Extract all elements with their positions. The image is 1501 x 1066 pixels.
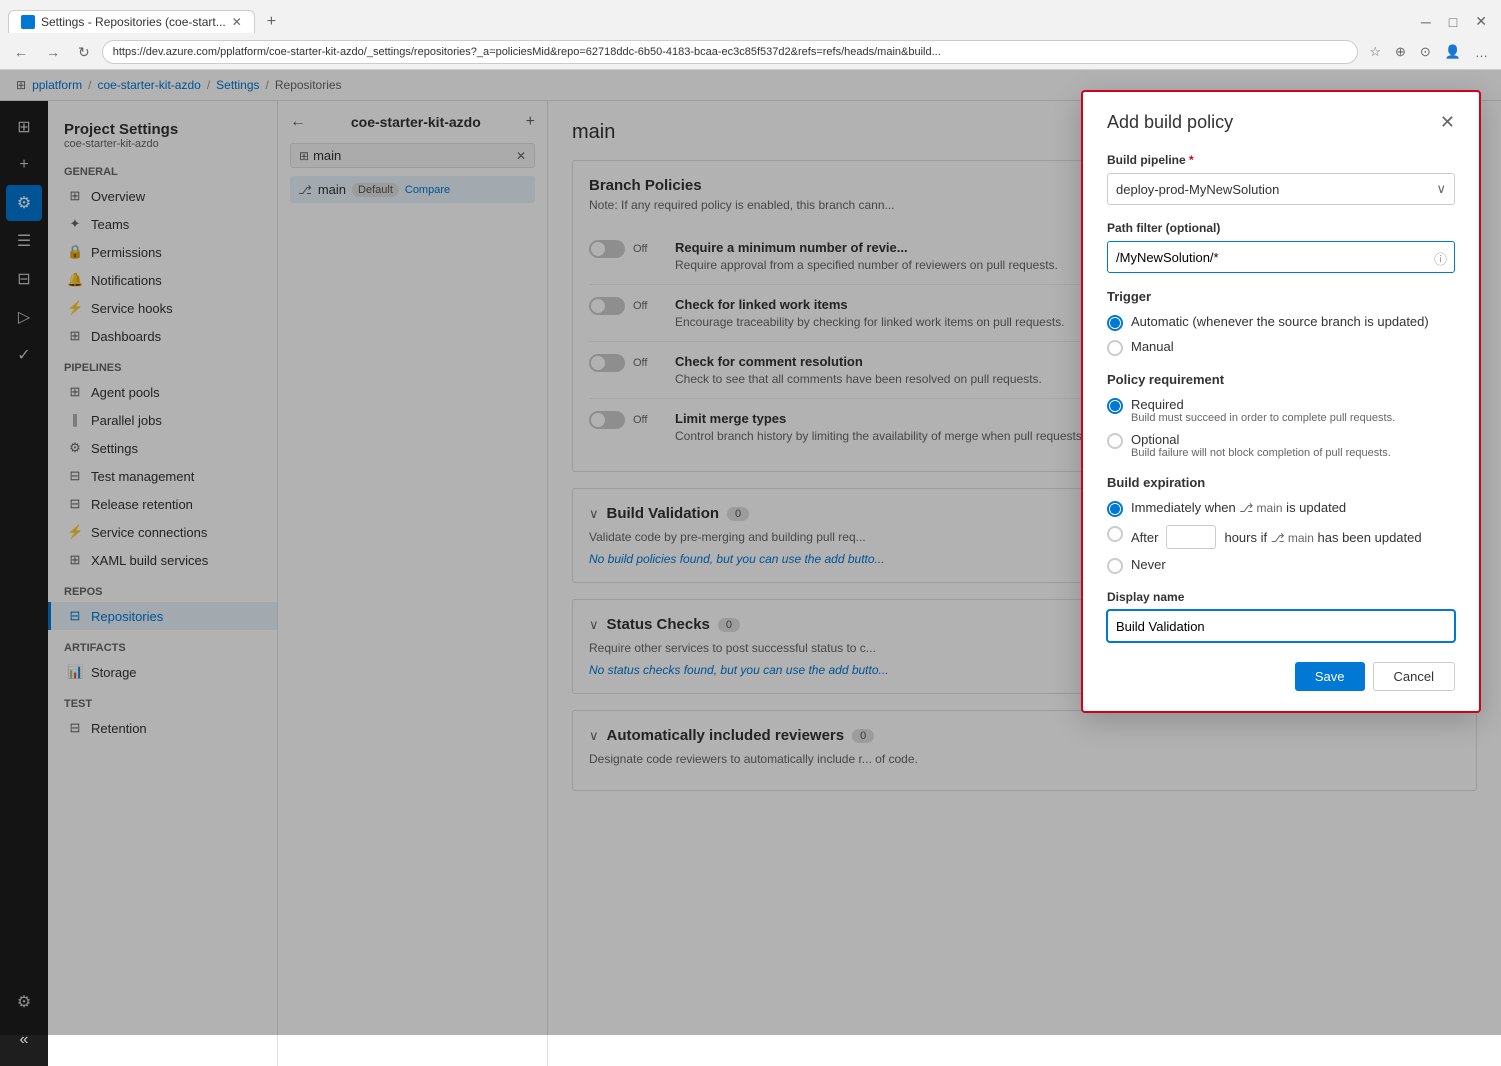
address-bar[interactable] [102, 40, 1359, 64]
share-button[interactable]: ⊙ [1415, 41, 1436, 63]
build-pipeline-label: Build pipeline * [1107, 153, 1455, 167]
path-filter-info-icon[interactable]: ⓘ [1434, 249, 1447, 268]
new-tab-button[interactable]: + [259, 9, 284, 35]
expiration-immediately-radio[interactable] [1107, 501, 1123, 517]
trigger-label: Trigger [1107, 289, 1455, 304]
trigger-radio-group: Automatic (whenever the source branch is… [1107, 314, 1455, 356]
path-filter-label: Path filter (optional) [1107, 221, 1455, 235]
minimize-button[interactable]: ─ [1415, 10, 1437, 34]
browser-chrome: Settings - Repositories (coe-start... ✕ … [0, 0, 1501, 70]
expiration-immediately-label: Immediately when ⎇ main is updated [1131, 500, 1346, 515]
modal-title: Add build policy [1107, 112, 1233, 133]
close-window-button[interactable]: ✕ [1469, 9, 1493, 34]
expiration-branch-inline: ⎇ main [1239, 501, 1282, 515]
trigger-manual-radio[interactable] [1107, 340, 1123, 356]
tab-close-button[interactable]: ✕ [232, 15, 242, 29]
modal-header: Add build policy ✕ [1107, 112, 1455, 133]
trigger-manual-label: Manual [1131, 339, 1174, 354]
policy-required-radio[interactable] [1107, 398, 1123, 414]
tab-bar: Settings - Repositories (coe-start... ✕ … [0, 0, 1501, 35]
modal-footer: Save Cancel [1107, 662, 1455, 691]
hours-input[interactable] [1166, 525, 1216, 549]
expiration-after-label: After [1131, 530, 1158, 545]
display-name-label: Display name [1107, 590, 1455, 604]
build-pipeline-arrow-icon: ∨ [1436, 181, 1446, 197]
save-button[interactable]: Save [1295, 662, 1365, 691]
browser-controls: ← → ↻ ☆ ⊕ ⊙ 👤 … [0, 35, 1501, 69]
expiration-never-radio[interactable] [1107, 558, 1123, 574]
policy-optional[interactable]: Optional Build failure will not block co… [1107, 432, 1455, 459]
policy-optional-label: Optional [1131, 432, 1391, 447]
forward-button[interactable]: → [40, 40, 66, 64]
path-filter-input[interactable] [1107, 241, 1455, 273]
back-button[interactable]: ← [8, 40, 34, 64]
trigger-manual[interactable]: Manual [1107, 339, 1455, 356]
profile-button[interactable]: 👤 [1440, 41, 1466, 63]
required-star: * [1189, 153, 1194, 167]
policy-optional-radio[interactable] [1107, 433, 1123, 449]
browser-tab-active[interactable]: Settings - Repositories (coe-start... ✕ [8, 10, 255, 33]
cancel-button[interactable]: Cancel [1373, 662, 1455, 691]
modal-close-button[interactable]: ✕ [1440, 112, 1455, 133]
star-button[interactable]: ☆ [1364, 41, 1386, 63]
build-pipeline-select[interactable]: deploy-prod-MyNewSolution ∨ [1107, 173, 1455, 205]
trigger-automatic-label: Automatic (whenever the source branch is… [1131, 314, 1429, 329]
expiration-after[interactable]: After hours if ⎇ main has been updated [1107, 525, 1455, 549]
policy-required-label: Required [1131, 397, 1395, 412]
build-pipeline-value: deploy-prod-MyNewSolution [1116, 182, 1279, 197]
tab-title: Settings - Repositories (coe-start... [41, 15, 226, 29]
browser-actions: ☆ ⊕ ⊙ 👤 … [1364, 41, 1493, 63]
policy-required[interactable]: Required Build must succeed in order to … [1107, 397, 1455, 424]
policy-optional-sublabel: Build failure will not block completion … [1131, 447, 1391, 459]
trigger-automatic-radio[interactable] [1107, 315, 1123, 331]
reload-button[interactable]: ↻ [72, 40, 96, 65]
expiration-never[interactable]: Never [1107, 557, 1455, 574]
policy-requirement-label: Policy requirement [1107, 372, 1455, 387]
build-expiration-radio-group: Immediately when ⎇ main is updated After… [1107, 500, 1455, 574]
display-name-input[interactable] [1107, 610, 1455, 642]
build-expiration-label: Build expiration [1107, 475, 1455, 490]
expiration-immediately[interactable]: Immediately when ⎇ main is updated [1107, 500, 1455, 517]
tab-favicon [21, 15, 35, 29]
trigger-automatic[interactable]: Automatic (whenever the source branch is… [1107, 314, 1455, 331]
expiration-after-suffix: hours if ⎇ main has been updated [1224, 530, 1421, 545]
expiration-after-radio[interactable] [1107, 526, 1123, 542]
policy-requirement-radio-group: Required Build must succeed in order to … [1107, 397, 1455, 459]
menu-button[interactable]: … [1470, 41, 1493, 63]
expiration-never-label: Never [1131, 557, 1166, 572]
add-build-policy-modal: Add build policy ✕ Build pipeline * depl… [1081, 90, 1481, 713]
expiration-after-row: After hours if ⎇ main has been updated [1131, 525, 1422, 549]
policy-required-sublabel: Build must succeed in order to complete … [1131, 412, 1395, 424]
collection-button[interactable]: ⊕ [1390, 41, 1411, 63]
restore-button[interactable]: □ [1443, 10, 1463, 34]
